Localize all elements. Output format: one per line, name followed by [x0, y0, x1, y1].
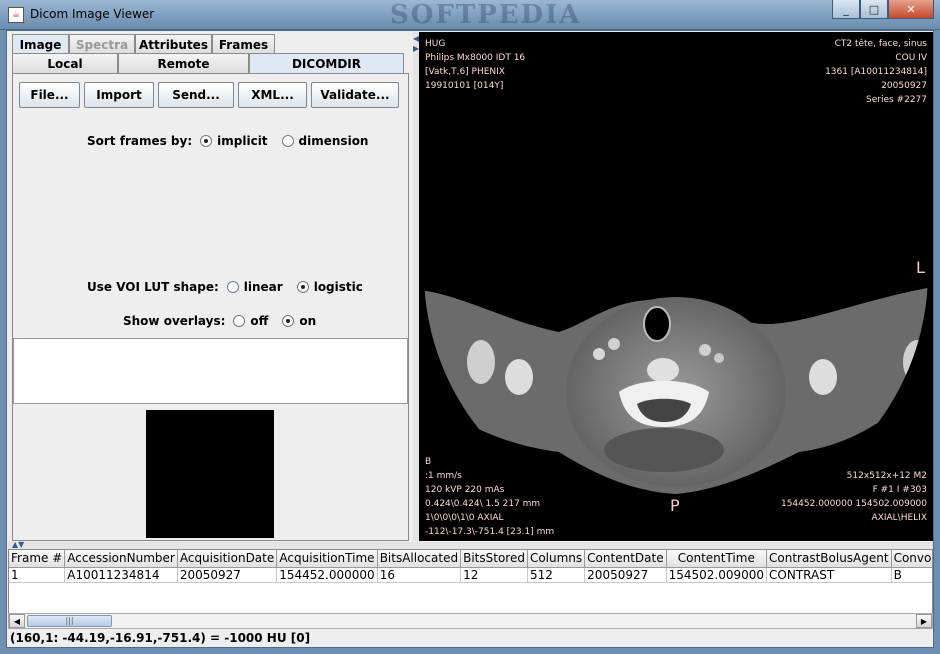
table-cell[interactable]: 1	[9, 567, 66, 583]
close-button[interactable]: ✕	[888, 0, 934, 19]
maximize-button[interactable]: □	[860, 0, 888, 19]
window-title: Dicom Image Viewer	[30, 7, 155, 21]
split-arrows-icon[interactable]: ▲▼	[12, 540, 24, 549]
tab-attributes[interactable]: Attributes	[135, 34, 212, 54]
table-cell[interactable]: CONTRAST	[766, 567, 892, 583]
overlay-top-right: CT2 tête, face, sinus COU IV 1361 [A1001…	[825, 39, 927, 105]
table-header-row: Frame # AccessionNumber AcquisitionDate …	[9, 550, 932, 568]
voi-lut-row: Use VOI LUT shape: linear logistic	[87, 280, 363, 294]
tab-frames[interactable]: Frames	[212, 34, 275, 54]
tab-spectra[interactable]: Spectra	[69, 34, 135, 54]
horizontal-scrollbar[interactable]: ◀ ||| ▶	[8, 613, 933, 629]
overlays-row: Show overlays: off on	[123, 314, 316, 328]
table-cell[interactable]: A10011234814	[64, 567, 178, 583]
voi-lut-label: Use VOI LUT shape:	[87, 280, 219, 294]
column-header[interactable]: AcquisitionTime	[276, 550, 378, 568]
minimize-button[interactable]: _	[832, 0, 860, 19]
overlays-on-radio[interactable]: on	[282, 314, 316, 328]
thumbnail-preview	[146, 410, 274, 538]
send-button[interactable]: Send...	[158, 82, 234, 108]
overlay-bottom-right: 512x512x+12 M2 F #1 I #303 154452.000000…	[780, 471, 927, 523]
main-frame: Image Spectra Attributes Frames Local Re…	[6, 30, 934, 648]
horizontal-split-divider[interactable]: ▲▼	[8, 540, 933, 549]
sort-implicit-radio[interactable]: implicit	[200, 134, 268, 148]
column-header[interactable]: Frame #	[9, 550, 66, 568]
table-cell[interactable]: B	[891, 567, 932, 583]
info-text-area[interactable]	[13, 338, 408, 404]
voi-linear-radio[interactable]: linear	[226, 280, 283, 294]
column-header[interactable]: BitsAllocated	[377, 550, 462, 568]
column-header[interactable]: Convolu	[891, 550, 932, 568]
control-panel: Image Spectra Attributes Frames Local Re…	[8, 32, 412, 541]
overlay-top-left: HUG Philips Mx8000 IDT 16 [Vatk,T,6] PHE…	[425, 39, 526, 91]
java-app-icon: ☕	[8, 7, 24, 23]
top-tab-row: Image Spectra Attributes Frames	[12, 34, 275, 54]
bottom-tab-row: Local Remote DICOMDIR	[12, 53, 404, 73]
table-cell[interactable]: 154502.009000	[666, 567, 768, 583]
tab-dicomdir[interactable]: DICOMDIR	[249, 53, 404, 73]
orientation-marker-posterior: P	[670, 496, 680, 515]
scrollbar-thumb[interactable]: |||	[27, 615, 112, 627]
image-viewer[interactable]: HUG Philips Mx8000 IDT 16 [Vatk,T,6] PHE…	[419, 32, 933, 541]
xml-button[interactable]: XML...	[238, 82, 307, 108]
softpedia-watermark: SOFTPEDIA	[390, 0, 582, 30]
scroll-right-icon[interactable]: ▶	[916, 614, 932, 628]
column-header[interactable]: AccessionNumber	[64, 550, 178, 568]
column-header[interactable]: BitsStored	[460, 550, 528, 568]
voi-logistic-radio[interactable]: logistic	[296, 280, 363, 294]
overlays-off-radio[interactable]: off	[233, 314, 268, 328]
overlay-bottom-left: B :1 mm/s 120 kVP 220 mAs 0.424\0.424\ 1…	[425, 457, 555, 537]
validate-button[interactable]: Validate...	[311, 82, 399, 108]
orientation-marker-left: L	[916, 258, 925, 277]
table-cell[interactable]: 154452.000000	[276, 567, 378, 583]
sort-dimension-radio[interactable]: dimension	[281, 134, 368, 148]
table-cell[interactable]: 16	[377, 567, 462, 583]
status-bar: (160,1: -44.19,-16.91,-751.4) = -1000 HU…	[10, 631, 311, 645]
import-button[interactable]: Import	[84, 82, 154, 108]
table-cell[interactable]: 20050927	[584, 567, 667, 583]
column-header[interactable]: ContrastBolusAgent	[766, 550, 892, 568]
column-header[interactable]: AcquisitionDate	[177, 550, 278, 568]
scroll-left-icon[interactable]: ◀	[9, 614, 25, 628]
tab-remote[interactable]: Remote	[118, 53, 249, 73]
tab-local[interactable]: Local	[12, 53, 118, 73]
table-cell[interactable]: 12	[460, 567, 528, 583]
column-header[interactable]: ContentTime	[666, 550, 768, 568]
column-header[interactable]: Columns	[527, 550, 586, 568]
sort-frames-row: Sort frames by: implicit dimension	[87, 134, 368, 148]
title-bar: ☕ Dicom Image Viewer SOFTPEDIA _ □ ✕	[0, 0, 940, 30]
file-button[interactable]: File...	[19, 82, 80, 108]
overlays-label: Show overlays:	[123, 314, 226, 328]
sort-frames-label: Sort frames by:	[87, 134, 193, 148]
table-cell[interactable]: 512	[527, 567, 586, 583]
tab-content: File... Import Send... XML... Validate..…	[12, 73, 409, 541]
table-cell[interactable]: 20050927	[177, 567, 278, 583]
table-row[interactable]: 1 A10011234814 20050927 154452.000000 16…	[9, 567, 932, 583]
column-header[interactable]: ContentDate	[584, 550, 667, 568]
tab-image[interactable]: Image	[12, 34, 69, 54]
